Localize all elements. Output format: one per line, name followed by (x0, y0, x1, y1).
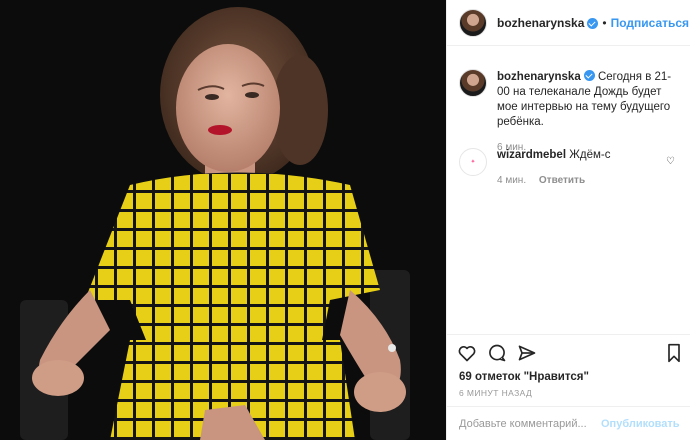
posted-time[interactable]: 6 МИНУТ НАЗАД (459, 388, 532, 398)
publish-button[interactable]: Опубликовать (601, 418, 680, 430)
woman-portrait-image (0, 0, 446, 440)
comment-input[interactable] (459, 418, 601, 430)
instagram-post: bozhenarynska • Подписаться bozhenarynsk… (0, 0, 690, 440)
comment-icon[interactable] (487, 343, 507, 363)
add-comment-bar: Опубликовать (447, 406, 690, 440)
comment-text: Ждём-с (569, 149, 611, 161)
share-icon[interactable] (517, 343, 537, 363)
author-avatar[interactable] (459, 8, 487, 37)
heart-icon[interactable] (457, 343, 477, 363)
follow-button[interactable]: Подписаться (611, 16, 689, 30)
commenter-username[interactable]: wizardmebel (497, 149, 566, 161)
commenter-logo: ✦ (470, 158, 476, 165)
comment-like-icon[interactable]: ♡ (666, 156, 675, 167)
commenter-avatar[interactable]: ✦ (459, 148, 487, 176)
reply-button[interactable]: Ответить (539, 175, 585, 186)
caption-comment: bozhenarynska Сегодня в 21-00 на телекан… (459, 69, 675, 155)
separator-dot: • (602, 15, 607, 30)
post-photo[interactable] (0, 0, 446, 440)
comments-area: bozhenarynska Сегодня в 21-00 на телекан… (447, 47, 690, 334)
verified-icon (583, 70, 595, 81)
post-actions: 69 отметок "Нравится" 6 МИНУТ НАЗАД Опуб… (447, 334, 690, 440)
author-username[interactable]: bozhenarynska (497, 16, 584, 30)
comment-item: ✦ wizardmebel Ждём-с 4 мин. Ответить (459, 148, 675, 188)
post-side-panel: bozhenarynska • Подписаться bozhenarynsk… (446, 0, 690, 440)
bookmark-icon[interactable] (665, 343, 683, 368)
verified-icon (587, 18, 599, 29)
likes-count[interactable]: 69 отметок "Нравится" (459, 371, 589, 383)
caption-username[interactable]: bozhenarynska (497, 71, 581, 83)
comment-time[interactable]: 4 мин. (497, 175, 526, 186)
post-header: bozhenarynska • Подписаться (447, 0, 690, 46)
caption-avatar[interactable] (459, 69, 487, 97)
